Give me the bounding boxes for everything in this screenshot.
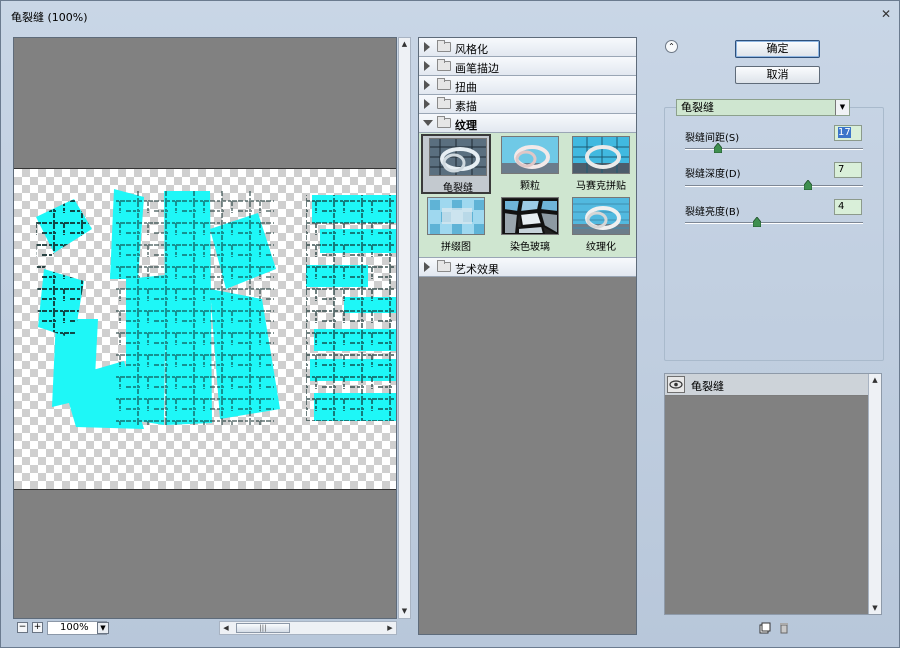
- filter-select[interactable]: 龟裂缝 ▼: [676, 99, 850, 116]
- zoom-dropdown-icon[interactable]: ▼: [97, 622, 109, 634]
- thumb-mosaic-tiles[interactable]: 马赛克拼贴: [566, 134, 636, 194]
- crack-brightness-field[interactable]: 4: [834, 199, 862, 215]
- stained-glass-thumbnail: [501, 197, 559, 235]
- slider-knob[interactable]: [804, 180, 812, 190]
- zoom-out-button[interactable]: −: [17, 622, 28, 633]
- preview-horizontal-scrollbar[interactable]: ◀ ||| ▶: [219, 621, 397, 635]
- preview-statusbar: − + 100% ▼ ◀ ||| ▶: [13, 620, 411, 636]
- category-artistic[interactable]: 艺术效果: [419, 258, 636, 277]
- folder-icon: [437, 97, 451, 109]
- thumb-craquelure[interactable]: 龟裂缝: [421, 134, 491, 194]
- expand-arrow-icon[interactable]: [424, 262, 430, 272]
- effect-layer-row[interactable]: 龟裂缝: [665, 374, 868, 396]
- thumb-label: 马赛克拼贴: [576, 181, 626, 192]
- category-label: 纹理: [455, 119, 477, 132]
- mosaic-tiles-thumbnail: [572, 136, 630, 174]
- thumb-label: 颗粒: [520, 181, 540, 192]
- slider-knob[interactable]: [714, 143, 722, 153]
- slider-knob[interactable]: [753, 217, 761, 227]
- folder-icon: [437, 59, 451, 71]
- category-texture[interactable]: 纹理: [419, 114, 636, 133]
- filter-gallery-window: 龟裂缝 (100%) ✕ ▲ ▼ − + 100% ▼ ◀ ||| ▶ 风格化 …: [0, 0, 900, 648]
- cancel-button[interactable]: 取消: [735, 66, 820, 84]
- category-label: 艺术效果: [455, 263, 499, 276]
- zoom-in-button[interactable]: +: [32, 622, 43, 633]
- thumb-label: 纹理化: [586, 242, 616, 253]
- texturizer-thumbnail: [572, 197, 630, 235]
- category-stylize[interactable]: 风格化: [419, 38, 636, 57]
- thumb-label: 染色玻璃: [510, 242, 550, 253]
- grain-thumbnail: [501, 136, 559, 174]
- slider-track: [685, 185, 863, 187]
- category-label: 素描: [455, 100, 477, 113]
- crack-depth-field[interactable]: 7: [834, 162, 862, 178]
- crack-spacing-value: 17: [838, 127, 851, 138]
- crack-depth-label: 裂缝深度(D): [685, 169, 741, 180]
- title-bar: 龟裂缝 (100%) ✕: [1, 1, 899, 29]
- craquelure-thumbnail: [429, 138, 487, 176]
- chevron-down-icon[interactable]: ▼: [835, 100, 849, 115]
- folder-open-icon: [437, 116, 451, 128]
- crack-spacing-field[interactable]: 17: [834, 125, 862, 141]
- crack-brightness-slider[interactable]: [685, 217, 863, 227]
- category-brush-strokes[interactable]: 画笔描边: [419, 57, 636, 76]
- folder-icon: [437, 78, 451, 90]
- crack-brightness-label: 裂缝亮度(B): [685, 207, 740, 218]
- category-label: 画笔描边: [455, 62, 499, 75]
- window-title: 龟裂缝 (100%): [11, 11, 88, 24]
- scroll-right-icon[interactable]: ▶: [384, 622, 396, 634]
- thumb-stained-glass[interactable]: 染色玻璃: [495, 195, 565, 255]
- crack-spacing-slider[interactable]: [685, 143, 863, 153]
- thumb-texturizer[interactable]: 纹理化: [566, 195, 636, 255]
- scroll-up-icon[interactable]: ▲: [399, 38, 410, 51]
- delete-effect-layer-icon[interactable]: [778, 622, 790, 634]
- eye-icon[interactable]: [667, 376, 685, 393]
- ok-button[interactable]: 确定: [735, 40, 820, 58]
- slider-track: [685, 148, 863, 150]
- thumb-patchwork[interactable]: 拼缀图: [421, 195, 491, 255]
- scroll-left-icon[interactable]: ◀: [220, 622, 232, 634]
- glyph-bing: [36, 189, 280, 429]
- slider-track: [685, 222, 863, 224]
- new-effect-layer-icon[interactable]: [759, 622, 771, 634]
- folder-icon: [437, 40, 451, 52]
- expand-arrow-icon[interactable]: [424, 99, 430, 109]
- preview-vertical-scrollbar[interactable]: ▲ ▼: [398, 37, 411, 619]
- thumb-grain[interactable]: 颗粒: [495, 134, 565, 194]
- effect-layers-panel: 龟裂缝 ▲ ▼: [664, 373, 882, 615]
- patchwork-thumbnail: [427, 197, 485, 235]
- preview-canvas[interactable]: [14, 168, 396, 490]
- scroll-thumb[interactable]: |||: [236, 623, 290, 633]
- crack-depth-slider[interactable]: [685, 180, 863, 190]
- expand-arrow-icon[interactable]: [424, 42, 430, 52]
- scroll-down-icon[interactable]: ▼: [869, 602, 881, 614]
- scroll-up-icon[interactable]: ▲: [869, 374, 881, 386]
- category-label: 扭曲: [455, 81, 477, 94]
- category-sketch[interactable]: 素描: [419, 95, 636, 114]
- glyph-xue: [306, 195, 396, 421]
- preview-pane[interactable]: [13, 37, 397, 619]
- texture-thumbnails: 龟裂缝 颗粒 马赛克拼贴 拼缀图 染色玻璃 纹理化: [419, 133, 636, 258]
- scroll-down-icon[interactable]: ▼: [399, 605, 410, 618]
- effect-layer-name: 龟裂缝: [691, 380, 724, 393]
- category-distort[interactable]: 扭曲: [419, 76, 636, 95]
- folder-icon: [437, 260, 451, 272]
- thumb-label: 拼缀图: [441, 242, 471, 253]
- filter-gallery-list: 风格化 画笔描边 扭曲 素描 纹理 龟裂缝 颗粒 马赛克拼贴 拼缀图 染色玻璃 …: [418, 37, 637, 635]
- crack-spacing-label: 裂缝间距(S): [685, 133, 740, 144]
- filter-select-value: 龟裂缝: [681, 101, 714, 114]
- thumb-label: 龟裂缝: [443, 183, 473, 194]
- close-icon[interactable]: ✕: [879, 7, 893, 21]
- layers-scrollbar[interactable]: ▲ ▼: [868, 374, 881, 614]
- category-label: 风格化: [455, 43, 488, 56]
- ice-text-artwork: [36, 189, 396, 429]
- expand-arrow-icon[interactable]: [424, 80, 430, 90]
- collapse-arrow-icon[interactable]: [423, 120, 433, 126]
- collapse-gallery-icon[interactable]: ⌃: [665, 40, 678, 53]
- expand-arrow-icon[interactable]: [424, 61, 430, 71]
